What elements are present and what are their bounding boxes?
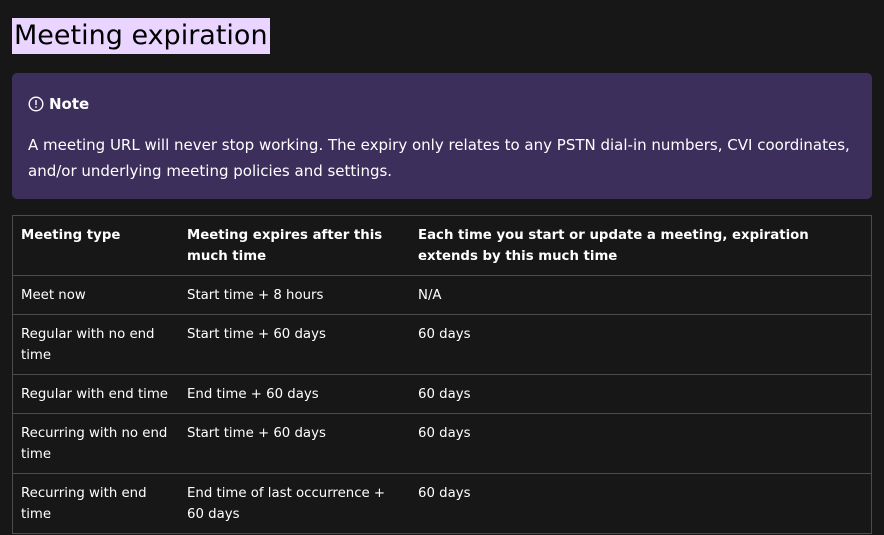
table-row: Recurring with end time End time of last… — [12, 473, 872, 534]
cell-meeting-type: Recurring with end time — [12, 473, 179, 534]
cell-meeting-type: Regular with no end time — [12, 314, 179, 375]
cell-extends-by: 60 days — [410, 473, 872, 534]
column-header-expires-after: Meeting expires after this much time — [179, 215, 410, 276]
column-header-meeting-type: Meeting type — [12, 215, 179, 276]
cell-extends-by: 60 days — [410, 314, 872, 375]
column-header-extends-by: Each time you start or update a meeting,… — [410, 215, 872, 276]
cell-meeting-type: Recurring with no end time — [12, 413, 179, 474]
cell-extends-by: 60 days — [410, 374, 872, 414]
cell-expires-after: Start time + 60 days — [179, 314, 410, 375]
note-text: A meeting URL will never stop working. T… — [28, 136, 850, 180]
page: Meeting expiration Note A meeting URL wi… — [0, 0, 884, 535]
table-row: Meet now Start time + 8 hours N/A — [12, 275, 872, 315]
table-row: Recurring with no end time Start time + … — [12, 413, 872, 474]
page-title: Meeting expiration — [12, 18, 270, 54]
cell-meeting-type: Regular with end time — [12, 374, 179, 414]
table-row: Regular with end time End time + 60 days… — [12, 374, 872, 414]
note-callout: Note A meeting URL will never stop worki… — [12, 73, 872, 199]
cell-expires-after: Start time + 60 days — [179, 413, 410, 474]
table-row: Regular with no end time Start time + 60… — [12, 314, 872, 375]
cell-extends-by: N/A — [410, 275, 872, 315]
note-header: Note — [28, 94, 856, 114]
info-circle-icon — [28, 96, 44, 112]
expiration-table: Meeting type Meeting expires after this … — [12, 215, 872, 534]
cell-expires-after: End time of last occurrence + 60 days — [179, 473, 410, 534]
table-header-row: Meeting type Meeting expires after this … — [12, 215, 872, 276]
cell-meeting-type: Meet now — [12, 275, 179, 315]
note-label: Note — [49, 95, 90, 113]
cell-expires-after: Start time + 8 hours — [179, 275, 410, 315]
cell-extends-by: 60 days — [410, 413, 872, 474]
cell-expires-after: End time + 60 days — [179, 374, 410, 414]
